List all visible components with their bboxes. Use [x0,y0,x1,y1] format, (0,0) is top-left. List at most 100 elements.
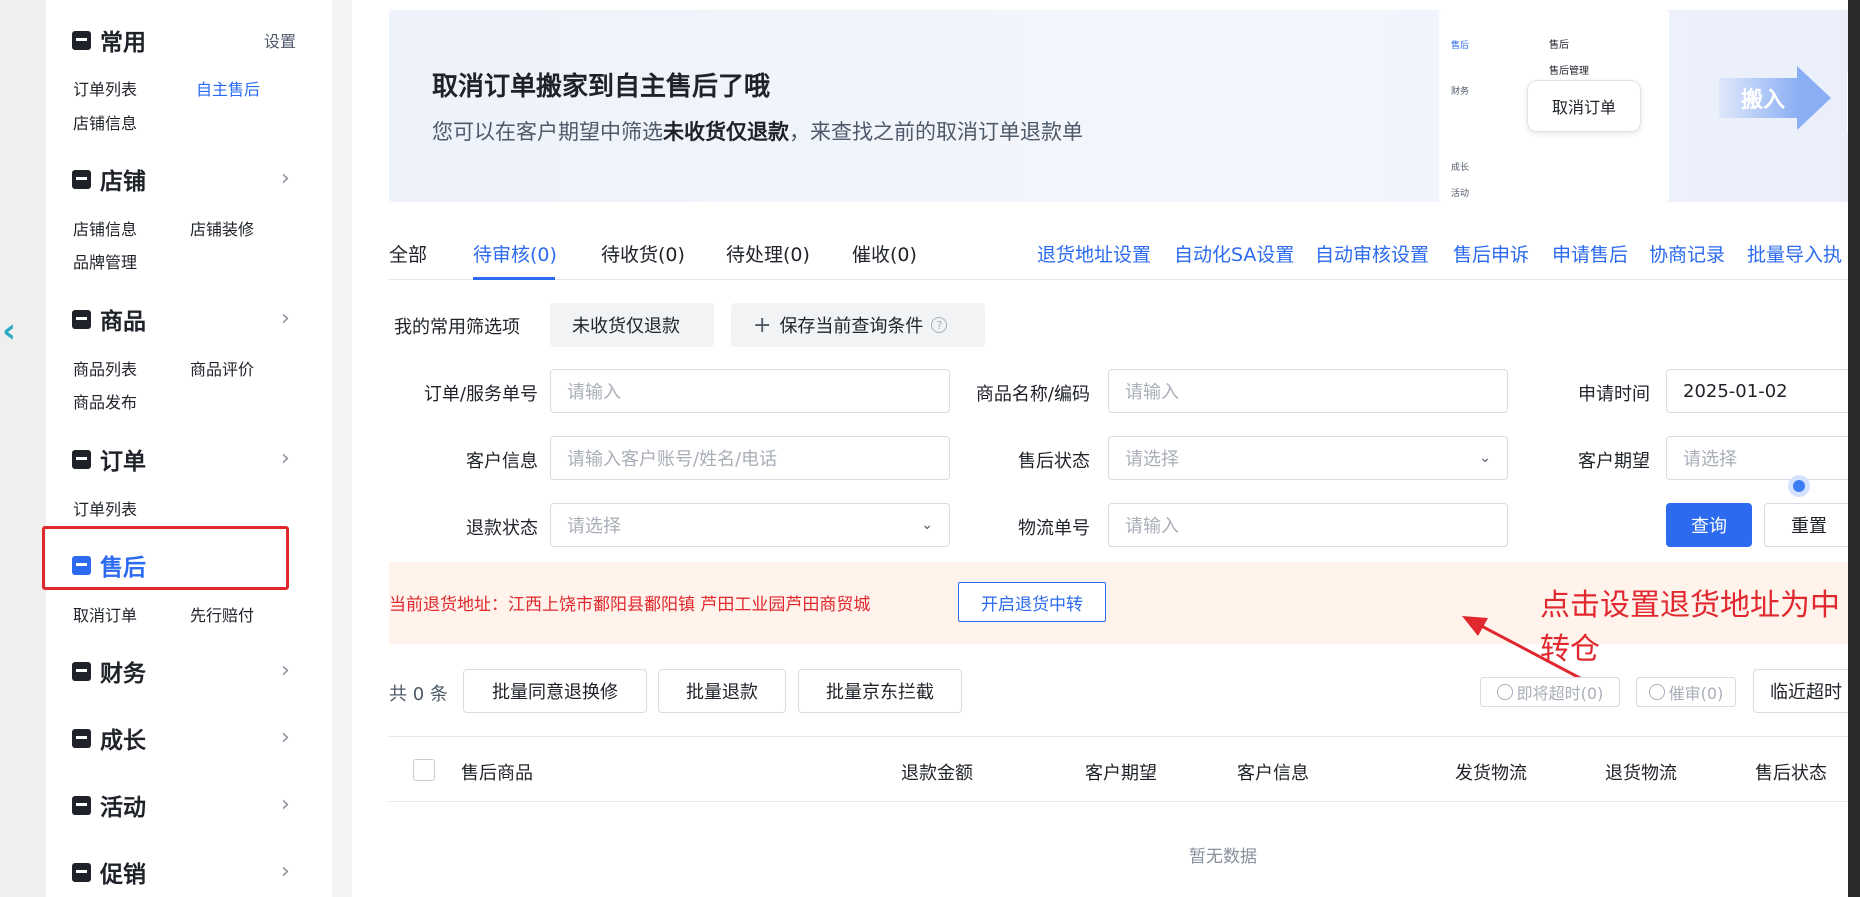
banner-arrow-icon: 搬入 [1719,66,1831,130]
sidebar-item-cancel-order[interactable]: 取消订单 [73,602,137,626]
chevron-right-icon[interactable]: › [281,790,290,820]
urge-review-tag[interactable]: 催审(0) [1636,677,1736,707]
link-appeal[interactable]: 售后申诉 [1453,240,1529,267]
about-to-timeout-tag[interactable]: 即将超时(0) [1480,677,1620,707]
sidebar-group-finance[interactable]: 财务 [72,656,146,687]
order-icon [72,449,91,469]
banner-popup: 取消订单 [1527,80,1641,132]
logistics-input[interactable]: 请输入 [1108,503,1508,547]
sidebar-group-product[interactable]: 商品 [72,304,146,335]
finance-icon [72,661,91,681]
chevron-right-icon[interactable]: › [281,444,290,474]
apply-time-input[interactable]: 2025-01-02 [1666,369,1860,413]
near-timeout-button[interactable]: 临近超时 [1753,669,1860,713]
chevron-right-icon[interactable]: › [281,656,290,686]
sidebar-item-self-aftersale[interactable]: 自主售后 [196,76,260,100]
sidebar-group-shop[interactable]: 店铺 [72,164,146,195]
refund-status-label: 退款状态 [466,518,538,539]
sidebar-item-advance-compensation[interactable]: 先行赔付 [190,602,254,626]
sidebar-item-order-list-2[interactable]: 订单列表 [73,496,137,520]
sidebar-group-order[interactable]: 订单 [72,444,146,475]
sidebar-item-product-list[interactable]: 商品列表 [73,356,137,380]
sidebar-item-shop-info-2[interactable]: 店铺信息 [73,216,137,240]
aftersale-highlight-box [42,526,289,590]
link-apply-aftersale[interactable]: 申请售后 [1552,240,1628,267]
activity-icon [72,795,91,815]
enable-return-transfer-button[interactable]: 开启退货中转 [958,582,1106,622]
sidebar-group-promotion[interactable]: 促销 [72,857,146,888]
customer-input[interactable]: 请输入客户账号/姓名/电话 [550,436,950,480]
after-status-select[interactable]: 请选择 ⌄ [1108,436,1508,480]
col-aftersale-status: 售后状态 [1755,763,1827,784]
return-address-text: 当前退货地址：江西上饶市鄱阳县鄱阳镇 芦田工业园芦田商贸城 [389,595,871,615]
sidebar-settings-link[interactable]: 设置 [264,28,296,52]
tab-urge[interactable]: 催收(0) [852,240,917,267]
promo-banner: 取消订单搬家到自主售后了哦 您可以在客户期望中筛选未收货仅退款，来查找之前的取消… [389,10,1860,202]
empty-state: 暂无数据 [1189,847,1257,867]
link-return-address-settings[interactable]: 退货地址设置 [1037,240,1151,267]
common-icon [72,30,91,50]
banner-description: 您可以在客户期望中筛选未收货仅退款，来查找之前的取消订单退款单 [432,120,1083,144]
link-negotiation-records[interactable]: 协商记录 [1649,240,1725,267]
sidebar-item-brand[interactable]: 品牌管理 [73,249,137,273]
promotion-icon [72,862,91,882]
link-auto-sa-settings[interactable]: 自动化SA设置 [1174,240,1294,267]
banner-title: 取消订单搬家到自主售后了哦 [432,72,771,102]
apply-time-label: 申请时间 [1578,384,1650,405]
sidebar-item-shop-decor[interactable]: 店铺装修 [190,216,254,240]
record-count: 共 0 条 [389,684,448,705]
chevron-right-icon[interactable]: › [281,304,290,334]
order-no-label: 订单/服务单号 [423,384,538,405]
chevron-down-icon: ⌄ [1479,450,1491,466]
active-tab-indicator [473,277,555,280]
main-content: 取消订单搬家到自主售后了哦 您可以在客户期望中筛选未收货仅退款，来查找之前的取消… [352,0,1860,897]
batch-intercept-button[interactable]: 批量京东拦截 [798,669,962,713]
chevron-right-icon[interactable]: › [281,857,290,887]
cursor-indicator [1788,475,1810,497]
expect-label: 客户期望 [1578,451,1650,472]
query-button[interactable]: 查询 [1666,503,1752,547]
sidebar-group-growth[interactable]: 成长 [72,723,146,754]
product-label: 商品名称/编码 [975,384,1090,405]
save-query-button[interactable]: + 保存当前查询条件 ? [731,303,985,347]
tab-pending-receipt[interactable]: 待收货(0) [601,240,685,267]
expect-select[interactable]: 请选择 [1666,436,1860,480]
app-window: ‹ 常用 设置 订单列表 自主售后 店铺信息 店铺 › 店铺信息 店铺装修 品牌… [0,0,1860,897]
sidebar-item-shop-info[interactable]: 店铺信息 [73,110,137,134]
favorites-label: 我的常用筛选项 [394,317,520,338]
tab-all[interactable]: 全部 [389,240,427,267]
link-auto-review-settings[interactable]: 自动审核设置 [1315,240,1429,267]
chevron-right-icon[interactable]: › [281,164,290,194]
chevron-right-icon[interactable]: › [281,723,290,753]
face-icon [1496,684,1513,700]
favorite-chip[interactable]: 未收货仅退款 [550,303,714,347]
col-aftersale-product: 售后商品 [461,763,533,784]
product-input[interactable]: 请输入 [1108,369,1508,413]
after-status-label: 售后状态 [1018,451,1090,472]
sidebar-group-common[interactable]: 常用 [72,25,146,56]
link-batch-import[interactable]: 批量导入执 [1747,240,1842,267]
help-icon[interactable]: ? [931,317,948,333]
select-all-checkbox[interactable] [413,759,435,781]
sidebar-gutter [332,0,352,897]
sidebar: 常用 设置 订单列表 自主售后 店铺信息 店铺 › 店铺信息 店铺装修 品牌管理… [46,0,332,897]
window-edge [1848,0,1860,897]
customer-label: 客户信息 [466,451,538,472]
tab-pending-process[interactable]: 待处理(0) [726,240,810,267]
sidebar-item-product-review[interactable]: 商品评价 [190,356,254,380]
order-no-input[interactable]: 请输入 [550,369,950,413]
batch-approve-button[interactable]: 批量同意退换修 [463,669,647,713]
collapse-arrow-icon[interactable]: ‹ [2,314,22,348]
tab-pending-review[interactable]: 待审核(0) [473,240,557,267]
sidebar-group-activity[interactable]: 活动 [72,790,146,821]
reset-button[interactable]: 重置 [1764,503,1854,547]
logistics-label: 物流单号 [1018,518,1090,539]
shop-icon [72,169,91,189]
table-header: 售后商品 退款金额 客户期望 客户信息 发货物流 退货物流 售后状态 [389,736,1859,802]
col-return-logistics: 退货物流 [1605,763,1677,784]
batch-refund-button[interactable]: 批量退款 [658,669,786,713]
refund-status-select[interactable]: 请选择 ⌄ [550,503,950,547]
col-shipping-logistics: 发货物流 [1455,763,1527,784]
sidebar-item-product-publish[interactable]: 商品发布 [73,389,137,413]
sidebar-item-order-list[interactable]: 订单列表 [73,76,137,100]
